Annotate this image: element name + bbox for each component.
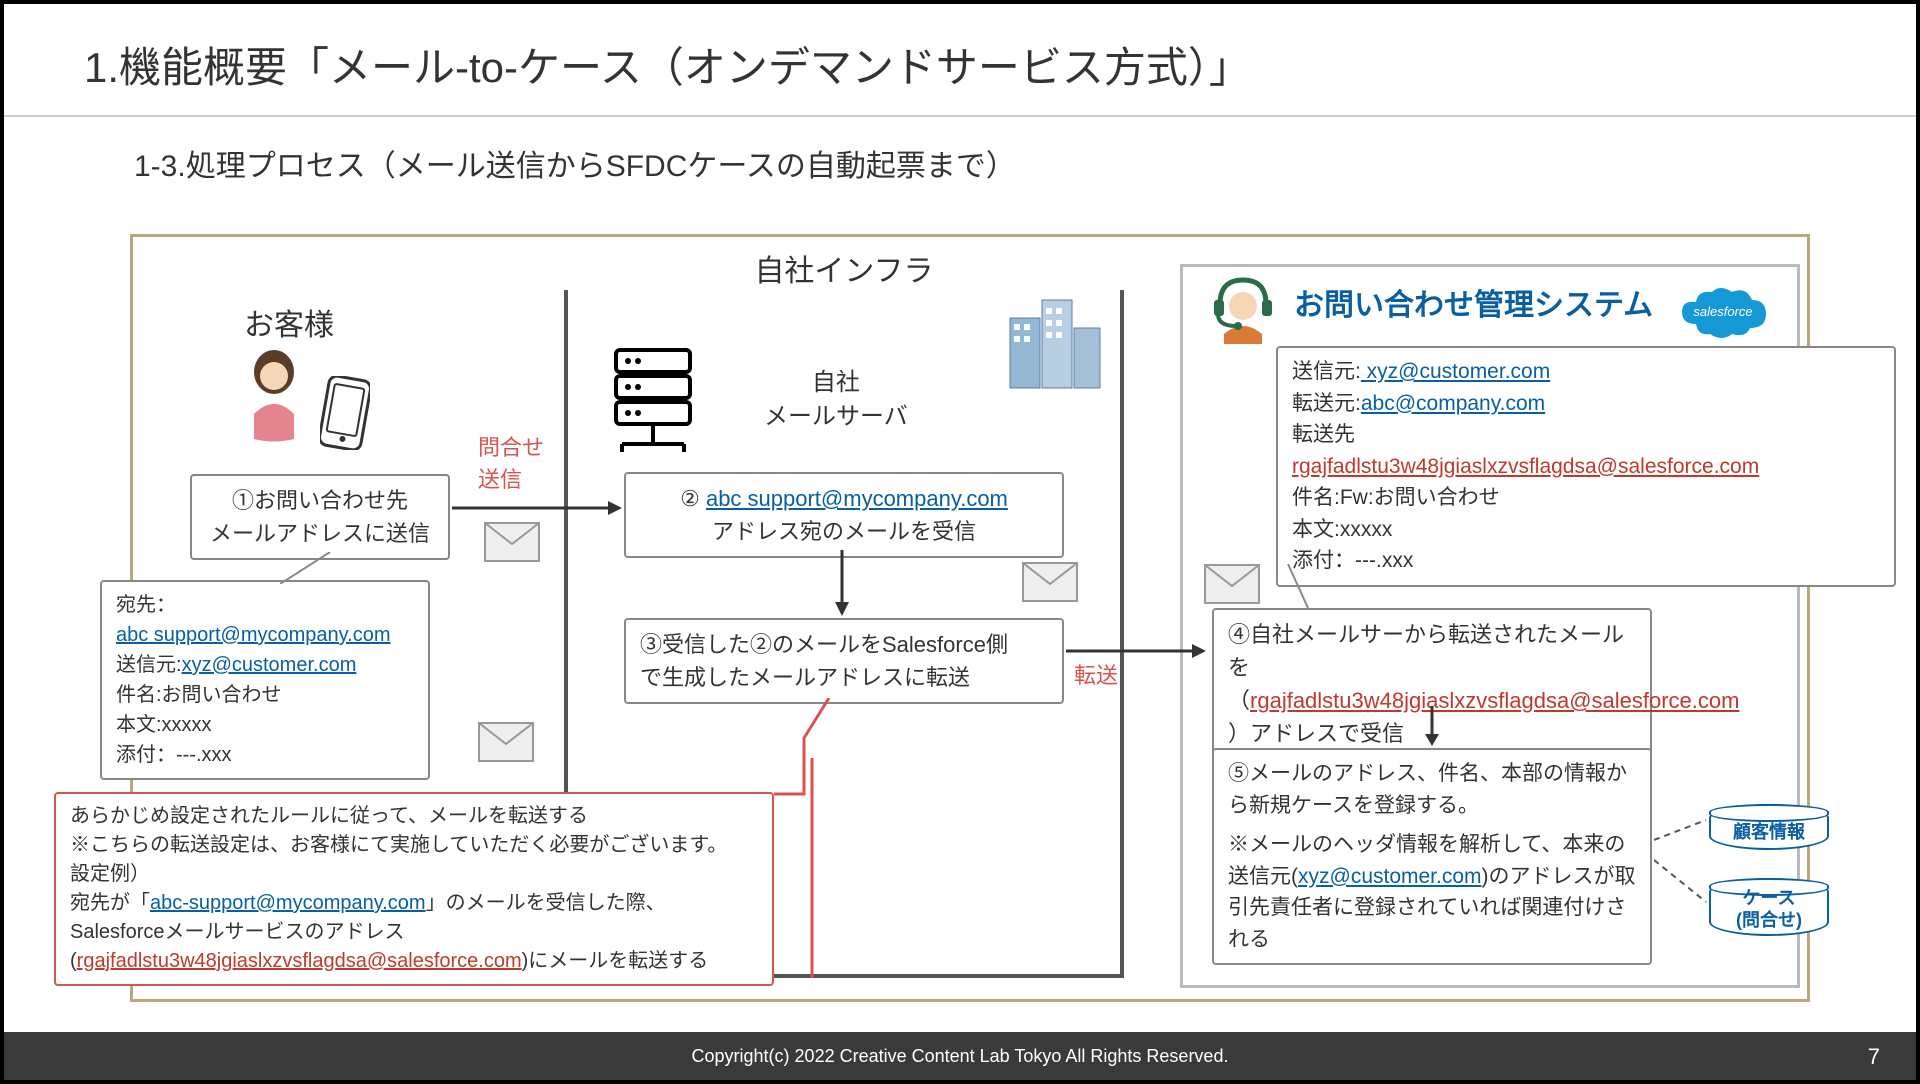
mail-server-label: 自社メールサーバ bbox=[764, 366, 908, 433]
step5-email-link[interactable]: xyz@customer.com bbox=[1298, 865, 1482, 888]
mail2-fwdto-link[interactable]: rgajfadlstu3w48jgiaslxzvsflagdsa@salesfo… bbox=[1292, 455, 1759, 478]
step2-email-link[interactable]: abc support@mycompany.com bbox=[706, 486, 1008, 511]
mail1-from-link[interactable]: xyz@customer.com bbox=[182, 654, 357, 676]
step4-email-link[interactable]: rgajfadlstu3w48jgiaslxzvsflagdsa@salesfo… bbox=[1250, 688, 1739, 713]
db-customer: 顧客情報 bbox=[1704, 804, 1834, 850]
envelope-icon bbox=[478, 722, 534, 762]
mail2-details: 送信元: xyz@customer.com 転送元:abc@company.co… bbox=[1276, 346, 1896, 587]
headset-agent-icon bbox=[1210, 274, 1276, 349]
footer-copyright: Copyright(c) 2022 Creative Content Lab T… bbox=[4, 1032, 1916, 1080]
rule-email1-link[interactable]: abc-support@mycompany.com bbox=[150, 892, 426, 914]
rule-email2-link[interactable]: rgajfadlstu3w48jgiaslxzvsflagdsa@salesfo… bbox=[77, 950, 522, 972]
mail1-to-link[interactable]: abc support@mycompany.com bbox=[116, 624, 390, 646]
envelope-icon bbox=[484, 522, 540, 562]
mail2-fwdfrom-link[interactable]: abc@company.com bbox=[1361, 392, 1545, 415]
mail2-from-link[interactable]: xyz@customer.com bbox=[1361, 360, 1550, 383]
arrow-icon bbox=[1066, 642, 1206, 665]
mail1-details: 宛先： abc support@mycompany.com 送信元:xyz@cu… bbox=[100, 580, 430, 780]
phone-icon bbox=[320, 376, 370, 455]
server-icon bbox=[608, 348, 698, 463]
building-icon bbox=[1000, 288, 1110, 403]
step1-box: ①お問い合わせ先 メールアドレスに送信 bbox=[190, 474, 450, 560]
connector-line bbox=[1278, 564, 1318, 617]
infra-title: 自社インフラ bbox=[564, 246, 1124, 290]
step3-box: ③受信した②のメールをSalesforce側 で生成したメールアドレスに転送 bbox=[624, 618, 1064, 704]
arrow-down-icon bbox=[832, 550, 852, 621]
step2-box: ② abc support@mycompany.com アドレス宛のメールを受信 bbox=[624, 472, 1064, 558]
rule-box: あらかじめ設定されたルールに従って、メールを転送する ※こちらの転送設定は、お客… bbox=[54, 792, 774, 986]
connector-line bbox=[280, 552, 340, 589]
customer-title: お客様 bbox=[244, 300, 334, 344]
envelope-icon bbox=[1022, 562, 1078, 602]
salesforce-cloud-icon: salesforce bbox=[1676, 284, 1770, 349]
send-label: 問合せ送信 bbox=[478, 430, 544, 494]
red-connector-line bbox=[774, 698, 834, 983]
step5-box: ⑤メールのアドレス、件名、本部の情報から新規ケースを登録する。 ※メールのヘッダ… bbox=[1212, 748, 1652, 965]
envelope-icon bbox=[1204, 564, 1260, 604]
arrow-icon bbox=[452, 498, 622, 523]
arrow-down-icon bbox=[1422, 706, 1442, 751]
salesforce-title: お問い合わせ管理システム bbox=[1294, 280, 1653, 324]
page-number: 7 bbox=[1868, 1044, 1880, 1070]
customer-avatar-icon bbox=[234, 344, 314, 449]
db-case: ケース(問合せ) bbox=[1704, 878, 1834, 936]
